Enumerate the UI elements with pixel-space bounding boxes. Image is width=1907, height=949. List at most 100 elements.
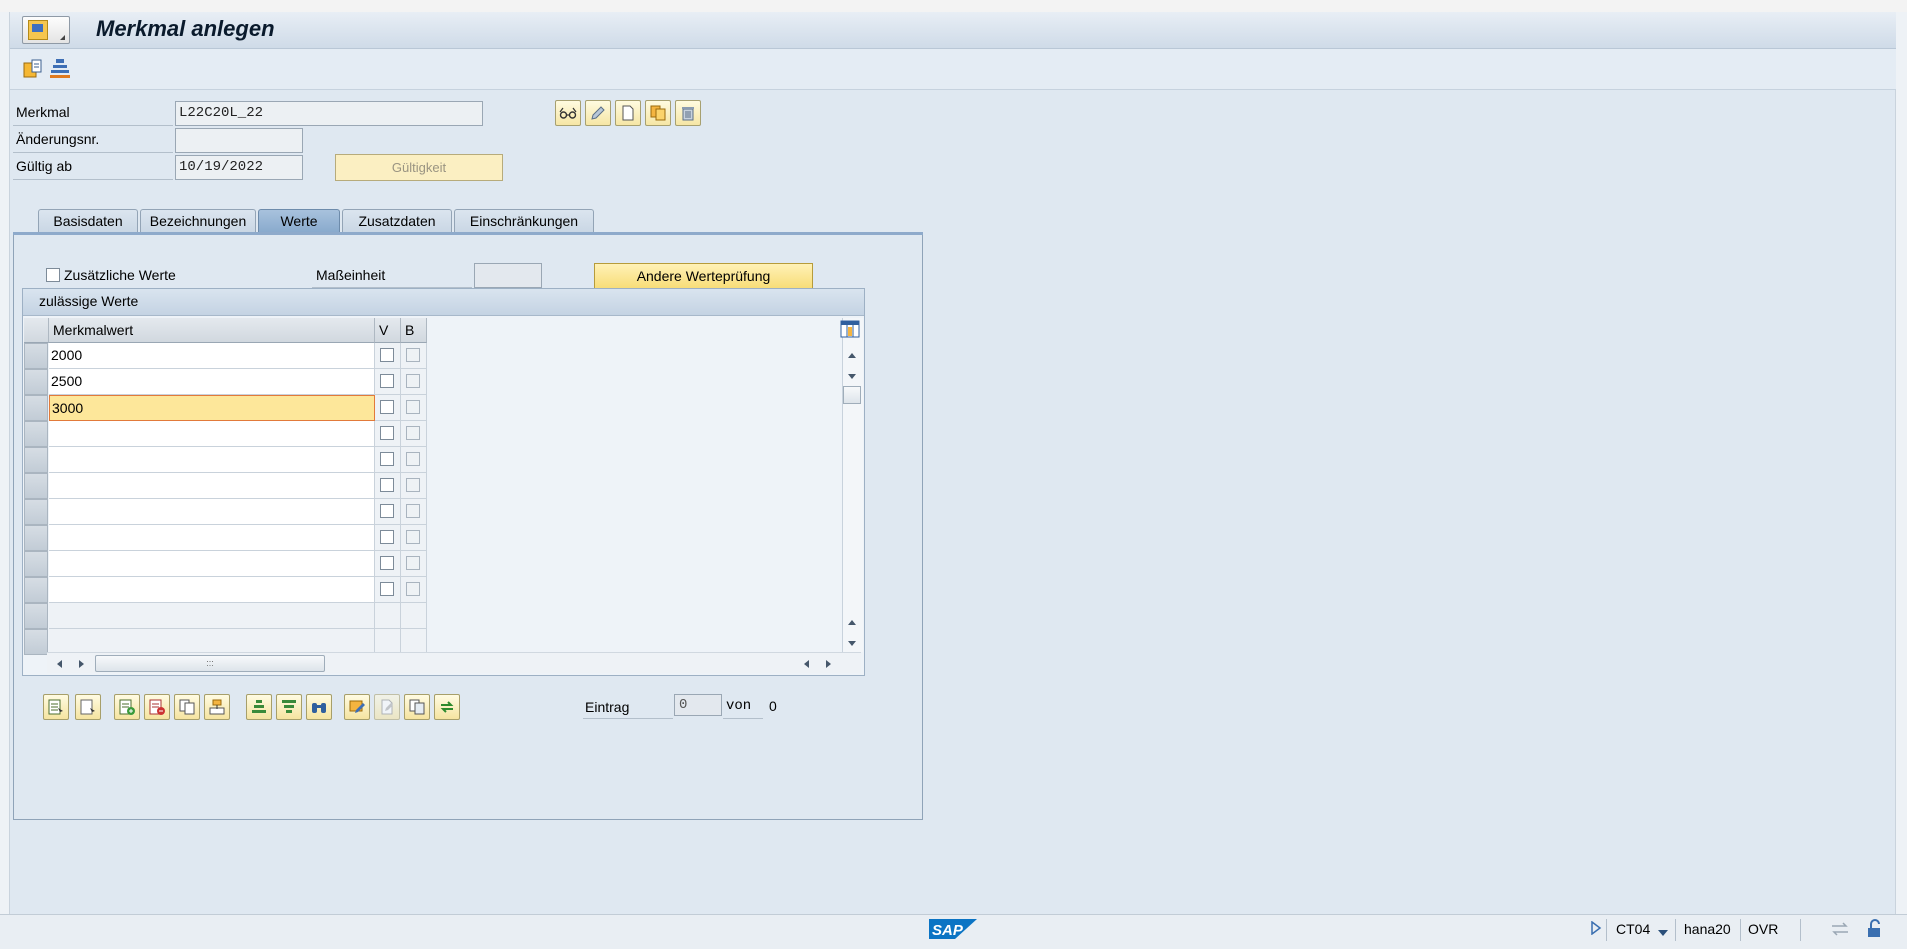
v-checkbox[interactable]: [380, 452, 394, 466]
v-checkbox[interactable]: [380, 582, 394, 596]
b-checkbox[interactable]: [406, 400, 420, 414]
other-characteristic-icon[interactable]: [21, 57, 45, 81]
row-selector[interactable]: [24, 577, 48, 603]
refresh-button[interactable]: [434, 694, 460, 720]
merkmalwert-cell[interactable]: [49, 421, 375, 447]
row-selector[interactable]: [24, 447, 48, 473]
v-checkbox[interactable]: [380, 400, 394, 414]
column-settings-button[interactable]: [838, 318, 862, 340]
column-header-b[interactable]: B: [401, 318, 427, 343]
insert-mode[interactable]: OVR: [1748, 921, 1778, 937]
create-button[interactable]: [615, 100, 641, 126]
merkmal-field[interactable]: L22C20L_22: [175, 101, 483, 126]
merkmalwert-cell[interactable]: [49, 525, 375, 551]
b-checkbox[interactable]: [406, 452, 420, 466]
change-value-button[interactable]: [374, 694, 400, 720]
merkmalwert-cell[interactable]: [49, 499, 375, 525]
merkmalwert-cell[interactable]: [49, 447, 375, 473]
scroll-up-icon[interactable]: [846, 347, 858, 363]
v-checkbox[interactable]: [380, 348, 394, 362]
b-checkbox[interactable]: [406, 530, 420, 544]
merkmalwert-cell[interactable]: 2000: [49, 343, 375, 369]
tab-zusatzdaten[interactable]: Zusatzdaten: [342, 209, 452, 233]
select-all-button[interactable]: [43, 694, 69, 720]
sort-button[interactable]: [246, 694, 272, 720]
row-selector[interactable]: [24, 525, 48, 551]
scroll-left-icon[interactable]: [54, 657, 64, 673]
system-menu-button[interactable]: [22, 16, 70, 44]
merkmalwert-cell[interactable]: 3000: [49, 395, 375, 421]
structure-icon[interactable]: [48, 57, 72, 81]
b-checkbox[interactable]: [406, 556, 420, 570]
select-all-icon: [48, 699, 63, 715]
v-checkbox[interactable]: [380, 374, 394, 388]
copy-row-button[interactable]: [174, 694, 200, 720]
scroll-page-up-icon[interactable]: [846, 614, 858, 630]
edit-button[interactable]: [585, 100, 611, 126]
delete-row-icon: [149, 699, 165, 715]
row-selector[interactable]: [24, 421, 48, 447]
gueltig-ab-field[interactable]: 10/19/2022: [175, 155, 303, 180]
v-checkbox[interactable]: [380, 530, 394, 544]
v-checkbox[interactable]: [380, 504, 394, 518]
gueltigkeit-button[interactable]: Gültigkeit: [335, 154, 503, 181]
find-button[interactable]: [306, 694, 332, 720]
merkmalwert-cell[interactable]: [49, 577, 375, 603]
delete-row-button[interactable]: [144, 694, 170, 720]
v-checkbox[interactable]: [380, 426, 394, 440]
row-selector[interactable]: [24, 343, 48, 369]
scroll-thumb[interactable]: [843, 386, 861, 404]
display-change-button[interactable]: [555, 100, 581, 126]
merkmalwert-cell[interactable]: [49, 473, 375, 499]
tab-werte[interactable]: Werte: [258, 209, 340, 233]
scroll-far-right-icon[interactable]: [824, 657, 834, 673]
horizontal-scroll-thumb[interactable]: :::: [95, 655, 325, 672]
b-checkbox[interactable]: [406, 504, 420, 518]
merkmalwert-cell[interactable]: [49, 551, 375, 577]
v-checkbox[interactable]: [380, 478, 394, 492]
tab-basisdaten[interactable]: Basisdaten: [38, 209, 138, 233]
eintrag-field[interactable]: 0: [674, 694, 722, 716]
merkmalwert-cell[interactable]: 2500: [49, 369, 375, 395]
row-selector[interactable]: [24, 369, 48, 395]
copy-button[interactable]: [645, 100, 671, 126]
v-cell: [375, 473, 401, 499]
system-id[interactable]: CT04: [1616, 921, 1650, 937]
edit-value-icon: [349, 700, 365, 713]
v-checkbox[interactable]: [380, 556, 394, 570]
edit-value-button[interactable]: [344, 694, 370, 720]
move-row-button[interactable]: [204, 694, 230, 720]
b-checkbox[interactable]: [406, 582, 420, 596]
filter-button[interactable]: [276, 694, 302, 720]
system-dropdown-icon[interactable]: [1657, 924, 1669, 940]
row-selector[interactable]: [24, 473, 48, 499]
status-expand-icon[interactable]: [1590, 920, 1602, 938]
masseinheit-field[interactable]: [474, 263, 542, 288]
andere-werteprufung-button[interactable]: Andere Werteprüfung: [594, 263, 813, 289]
insert-row-button[interactable]: [114, 694, 140, 720]
scroll-right-icon[interactable]: [77, 657, 87, 673]
b-checkbox[interactable]: [406, 478, 420, 492]
aenderungsnr-field[interactable]: [175, 128, 303, 153]
lock-icon[interactable]: [1866, 919, 1884, 942]
tab-bezeichnungen[interactable]: Bezeichnungen: [140, 209, 256, 233]
row-selector[interactable]: [24, 499, 48, 525]
b-cell: [401, 395, 427, 421]
scroll-down-icon[interactable]: [846, 368, 858, 384]
tab-einschraenkungen[interactable]: Einschränkungen: [454, 209, 594, 233]
column-header-merkmalwert[interactable]: Merkmalwert: [49, 318, 375, 343]
scroll-far-left-icon[interactable]: [801, 657, 811, 673]
deselect-all-button[interactable]: [75, 694, 101, 720]
connection-icon[interactable]: [1830, 921, 1850, 940]
row-selector[interactable]: [24, 551, 48, 577]
scroll-page-down-icon[interactable]: [846, 635, 858, 651]
row-selector[interactable]: [24, 395, 48, 421]
zusaetzliche-werte-checkbox[interactable]: [46, 268, 60, 282]
column-header-v[interactable]: V: [375, 318, 401, 343]
delete-button[interactable]: [675, 100, 701, 126]
b-checkbox[interactable]: [406, 374, 420, 388]
select-all-corner[interactable]: [24, 318, 49, 343]
documents-button[interactable]: [404, 694, 430, 720]
b-checkbox[interactable]: [406, 426, 420, 440]
b-checkbox[interactable]: [406, 348, 420, 362]
